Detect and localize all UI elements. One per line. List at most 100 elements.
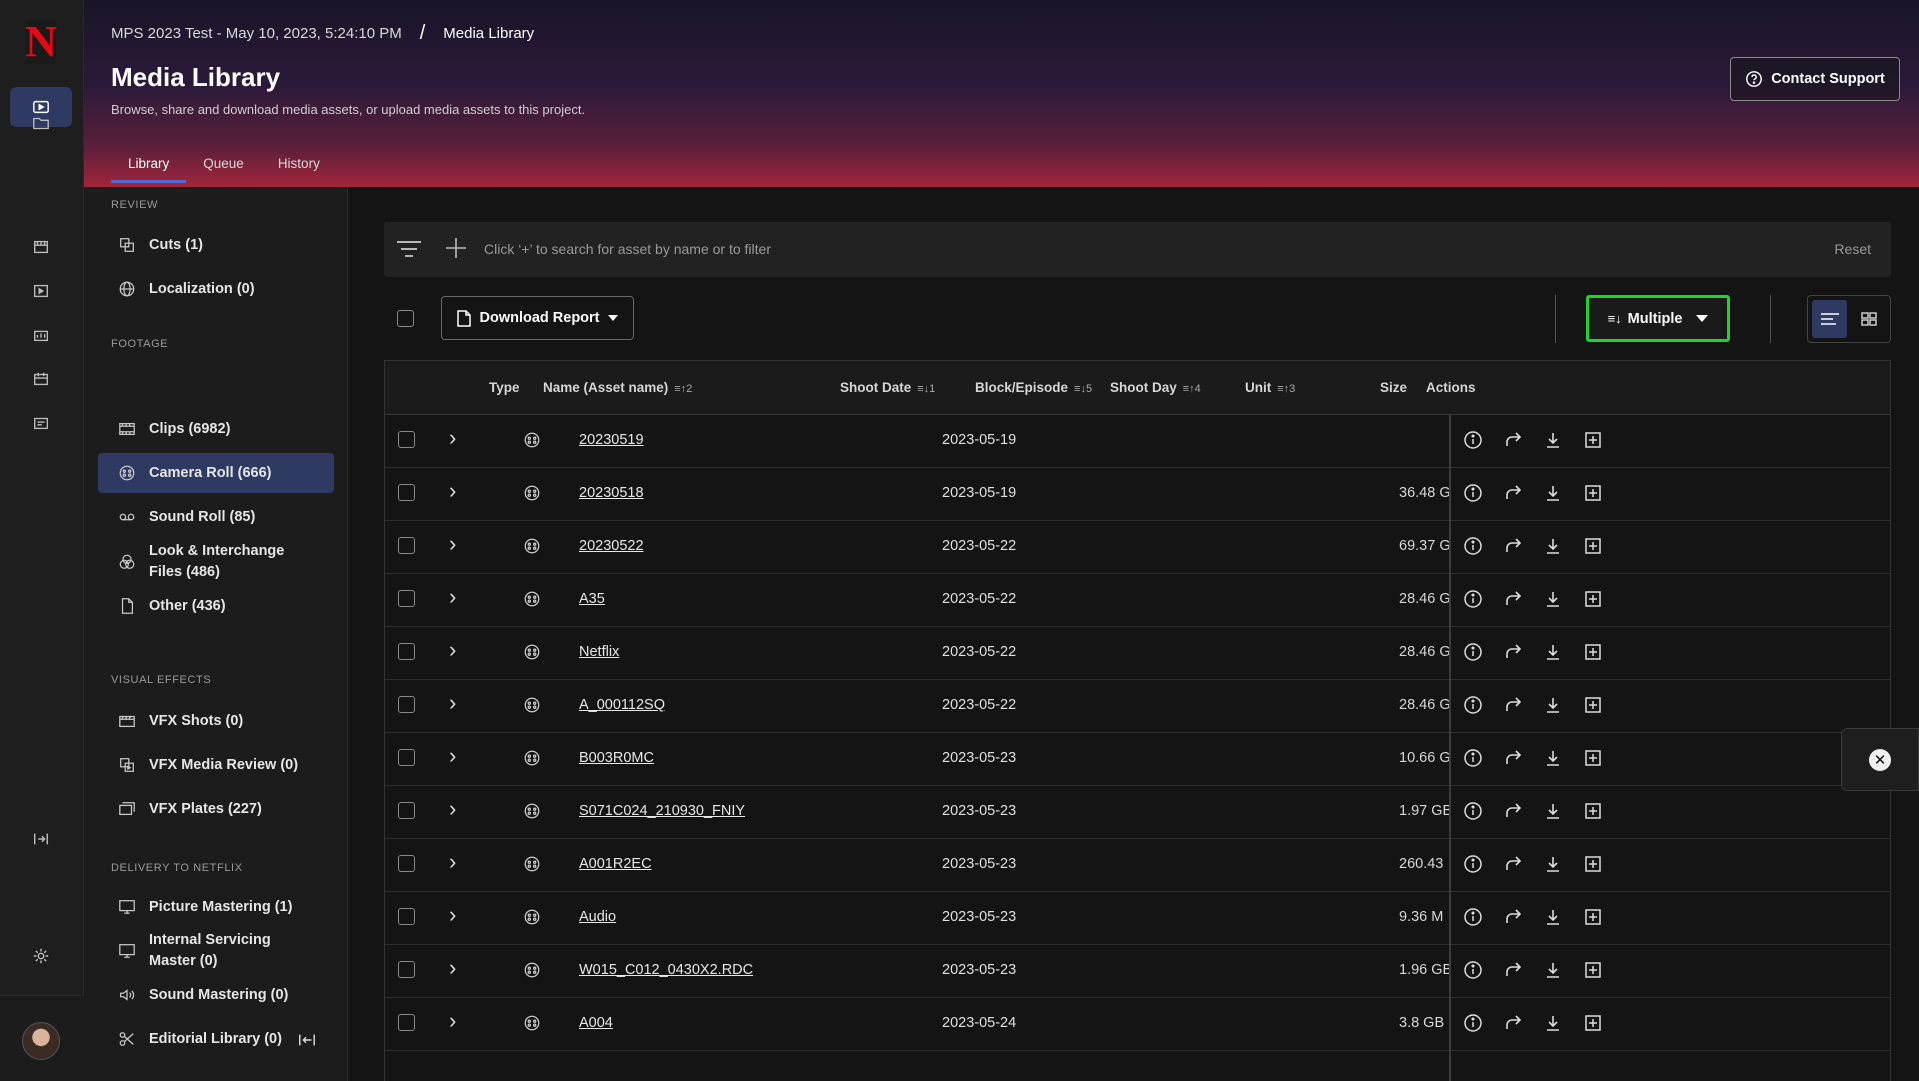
asset-name-link[interactable]: Netflix xyxy=(579,644,619,660)
download-icon[interactable] xyxy=(1543,960,1563,984)
expand-chevron-icon[interactable]: › xyxy=(449,478,456,504)
table-row[interactable]: › A_000112SQ 2023-05-22 28.46 G xyxy=(385,680,1890,733)
expand-chevron-icon[interactable]: › xyxy=(449,531,456,557)
share-icon[interactable] xyxy=(1503,483,1523,507)
info-icon[interactable] xyxy=(1463,642,1483,666)
info-icon[interactable] xyxy=(1463,801,1483,825)
clapper-nav-icon[interactable] xyxy=(10,227,72,267)
info-icon[interactable] xyxy=(1463,748,1483,772)
info-icon[interactable] xyxy=(1463,695,1483,719)
tab-history[interactable]: History xyxy=(261,150,337,183)
share-icon[interactable] xyxy=(1503,907,1523,931)
add-to-queue-icon[interactable] xyxy=(1583,430,1603,454)
download-icon[interactable] xyxy=(1543,589,1563,613)
share-icon[interactable] xyxy=(1503,960,1523,984)
search-filter-bar[interactable]: Click ‘+’ to search for asset by name or… xyxy=(384,222,1891,277)
expand-chevron-icon[interactable]: › xyxy=(449,796,456,822)
sidebar-item-internal-servicing-master[interactable]: Internal Servicing Master (0) xyxy=(98,926,334,976)
asset-name-link[interactable]: A_000112SQ xyxy=(579,697,665,713)
asset-name-link[interactable]: 20230518 xyxy=(579,485,644,501)
table-row[interactable]: › Audio 2023-05-23 9.36 M xyxy=(385,892,1890,945)
row-checkbox[interactable] xyxy=(398,749,415,766)
tab-library[interactable]: Library xyxy=(111,150,187,183)
download-icon[interactable] xyxy=(1543,483,1563,507)
video-nav-icon[interactable] xyxy=(10,271,72,311)
sidebar-item-vfx-shots[interactable]: VFX Shots (0) xyxy=(98,701,334,741)
share-icon[interactable] xyxy=(1503,430,1523,454)
calendar-nav-icon[interactable] xyxy=(10,359,72,399)
expand-chevron-icon[interactable]: › xyxy=(449,425,456,451)
download-icon[interactable] xyxy=(1543,695,1563,719)
sidebar-item-vfx-plates[interactable]: VFX Plates (227) xyxy=(98,789,334,829)
download-icon[interactable] xyxy=(1543,854,1563,878)
sidebar-item-picture-mastering[interactable]: Picture Mastering (1) xyxy=(98,887,334,927)
download-icon[interactable] xyxy=(1543,748,1563,772)
table-row[interactable]: › S071C024_210930_FNIY 2023-05-23 1.97 GB xyxy=(385,786,1890,839)
table-row[interactable]: › 20230519 2023-05-19 xyxy=(385,415,1890,468)
share-icon[interactable] xyxy=(1503,536,1523,560)
sidebar-item-localization[interactable]: Localization (0) xyxy=(98,269,334,309)
info-icon[interactable] xyxy=(1463,854,1483,878)
download-icon[interactable] xyxy=(1543,1013,1563,1037)
asset-name-link[interactable]: S071C024_210930_FNIY xyxy=(579,803,745,819)
download-icon[interactable] xyxy=(1543,907,1563,931)
download-report-button[interactable]: Download Report xyxy=(441,296,634,340)
add-to-queue-icon[interactable] xyxy=(1583,483,1603,507)
col-size[interactable]: Size xyxy=(1380,380,1407,395)
add-to-queue-icon[interactable] xyxy=(1583,1013,1603,1037)
table-row[interactable]: › 20230518 2023-05-19 36.48 G xyxy=(385,468,1890,521)
add-to-queue-icon[interactable] xyxy=(1583,960,1603,984)
expand-chevron-icon[interactable]: › xyxy=(449,690,456,716)
col-unit[interactable]: Unit ≡↑3 xyxy=(1245,380,1295,395)
sidebar-item-sound-mastering[interactable]: Sound Mastering (0) xyxy=(98,975,334,1015)
info-icon[interactable] xyxy=(1463,1013,1483,1037)
sidebar-item-other[interactable]: Other (436) xyxy=(98,586,334,626)
share-icon[interactable] xyxy=(1503,854,1523,878)
share-icon[interactable] xyxy=(1503,589,1523,613)
reset-button[interactable]: Reset xyxy=(1834,241,1871,257)
collapse-sidebar-icon[interactable] xyxy=(298,1032,316,1052)
close-icon[interactable]: ✕ xyxy=(1869,748,1891,771)
list-view-icon[interactable] xyxy=(1812,300,1847,338)
col-shoot-day[interactable]: Shoot Day ≡↑4 xyxy=(1110,380,1201,395)
share-icon[interactable] xyxy=(1503,801,1523,825)
download-icon[interactable] xyxy=(1543,801,1563,825)
expand-chevron-icon[interactable]: › xyxy=(449,584,456,610)
table-row[interactable]: › A004 2023-05-24 3.8 GB xyxy=(385,998,1890,1051)
share-icon[interactable] xyxy=(1503,695,1523,719)
row-checkbox[interactable] xyxy=(398,855,415,872)
table-row[interactable]: › A35 2023-05-22 28.46 G xyxy=(385,574,1890,627)
expand-chevron-icon[interactable]: › xyxy=(449,849,456,875)
netflix-logo[interactable]: N xyxy=(25,20,57,64)
share-icon[interactable] xyxy=(1503,748,1523,772)
add-to-queue-icon[interactable] xyxy=(1583,695,1603,719)
row-checkbox[interactable] xyxy=(398,484,415,501)
folder-nav-icon[interactable] xyxy=(10,103,72,143)
sidebar-item-camera-roll[interactable]: Camera Roll (666) xyxy=(98,453,334,493)
contact-support-button[interactable]: Contact Support xyxy=(1730,57,1900,101)
sidebar-item-sound-roll[interactable]: Sound Roll (85) xyxy=(98,497,334,537)
sidebar-item-vfx-media-review[interactable]: VFX Media Review (0) xyxy=(98,745,334,785)
col-block-episode[interactable]: Block/Episode ≡↓5 xyxy=(975,380,1092,395)
add-to-queue-icon[interactable] xyxy=(1583,854,1603,878)
row-checkbox[interactable] xyxy=(398,431,415,448)
asset-name-link[interactable]: A001R2EC xyxy=(579,856,652,872)
user-avatar[interactable] xyxy=(22,1022,60,1060)
add-to-queue-icon[interactable] xyxy=(1583,801,1603,825)
select-all-checkbox[interactable] xyxy=(397,310,414,327)
grid-view-icon[interactable] xyxy=(1851,300,1886,338)
asset-name-link[interactable]: W015_C012_0430X2.RDC xyxy=(579,962,753,978)
download-icon[interactable] xyxy=(1543,642,1563,666)
row-checkbox[interactable] xyxy=(398,590,415,607)
filter-icon[interactable] xyxy=(396,239,422,264)
tab-queue[interactable]: Queue xyxy=(186,150,261,183)
expand-chevron-icon[interactable]: › xyxy=(449,1008,456,1034)
table-row[interactable]: › 20230522 2023-05-22 69.37 G xyxy=(385,521,1890,574)
col-shoot-date[interactable]: Shoot Date ≡↓1 xyxy=(840,380,935,395)
asset-name-link[interactable]: 20230522 xyxy=(579,538,644,554)
info-icon[interactable] xyxy=(1463,589,1483,613)
sidebar-item-cuts[interactable]: Cuts (1) xyxy=(98,225,334,265)
table-row[interactable]: › W015_C012_0430X2.RDC 2023-05-23 1.96 GB xyxy=(385,945,1890,998)
share-icon[interactable] xyxy=(1503,642,1523,666)
add-to-queue-icon[interactable] xyxy=(1583,642,1603,666)
